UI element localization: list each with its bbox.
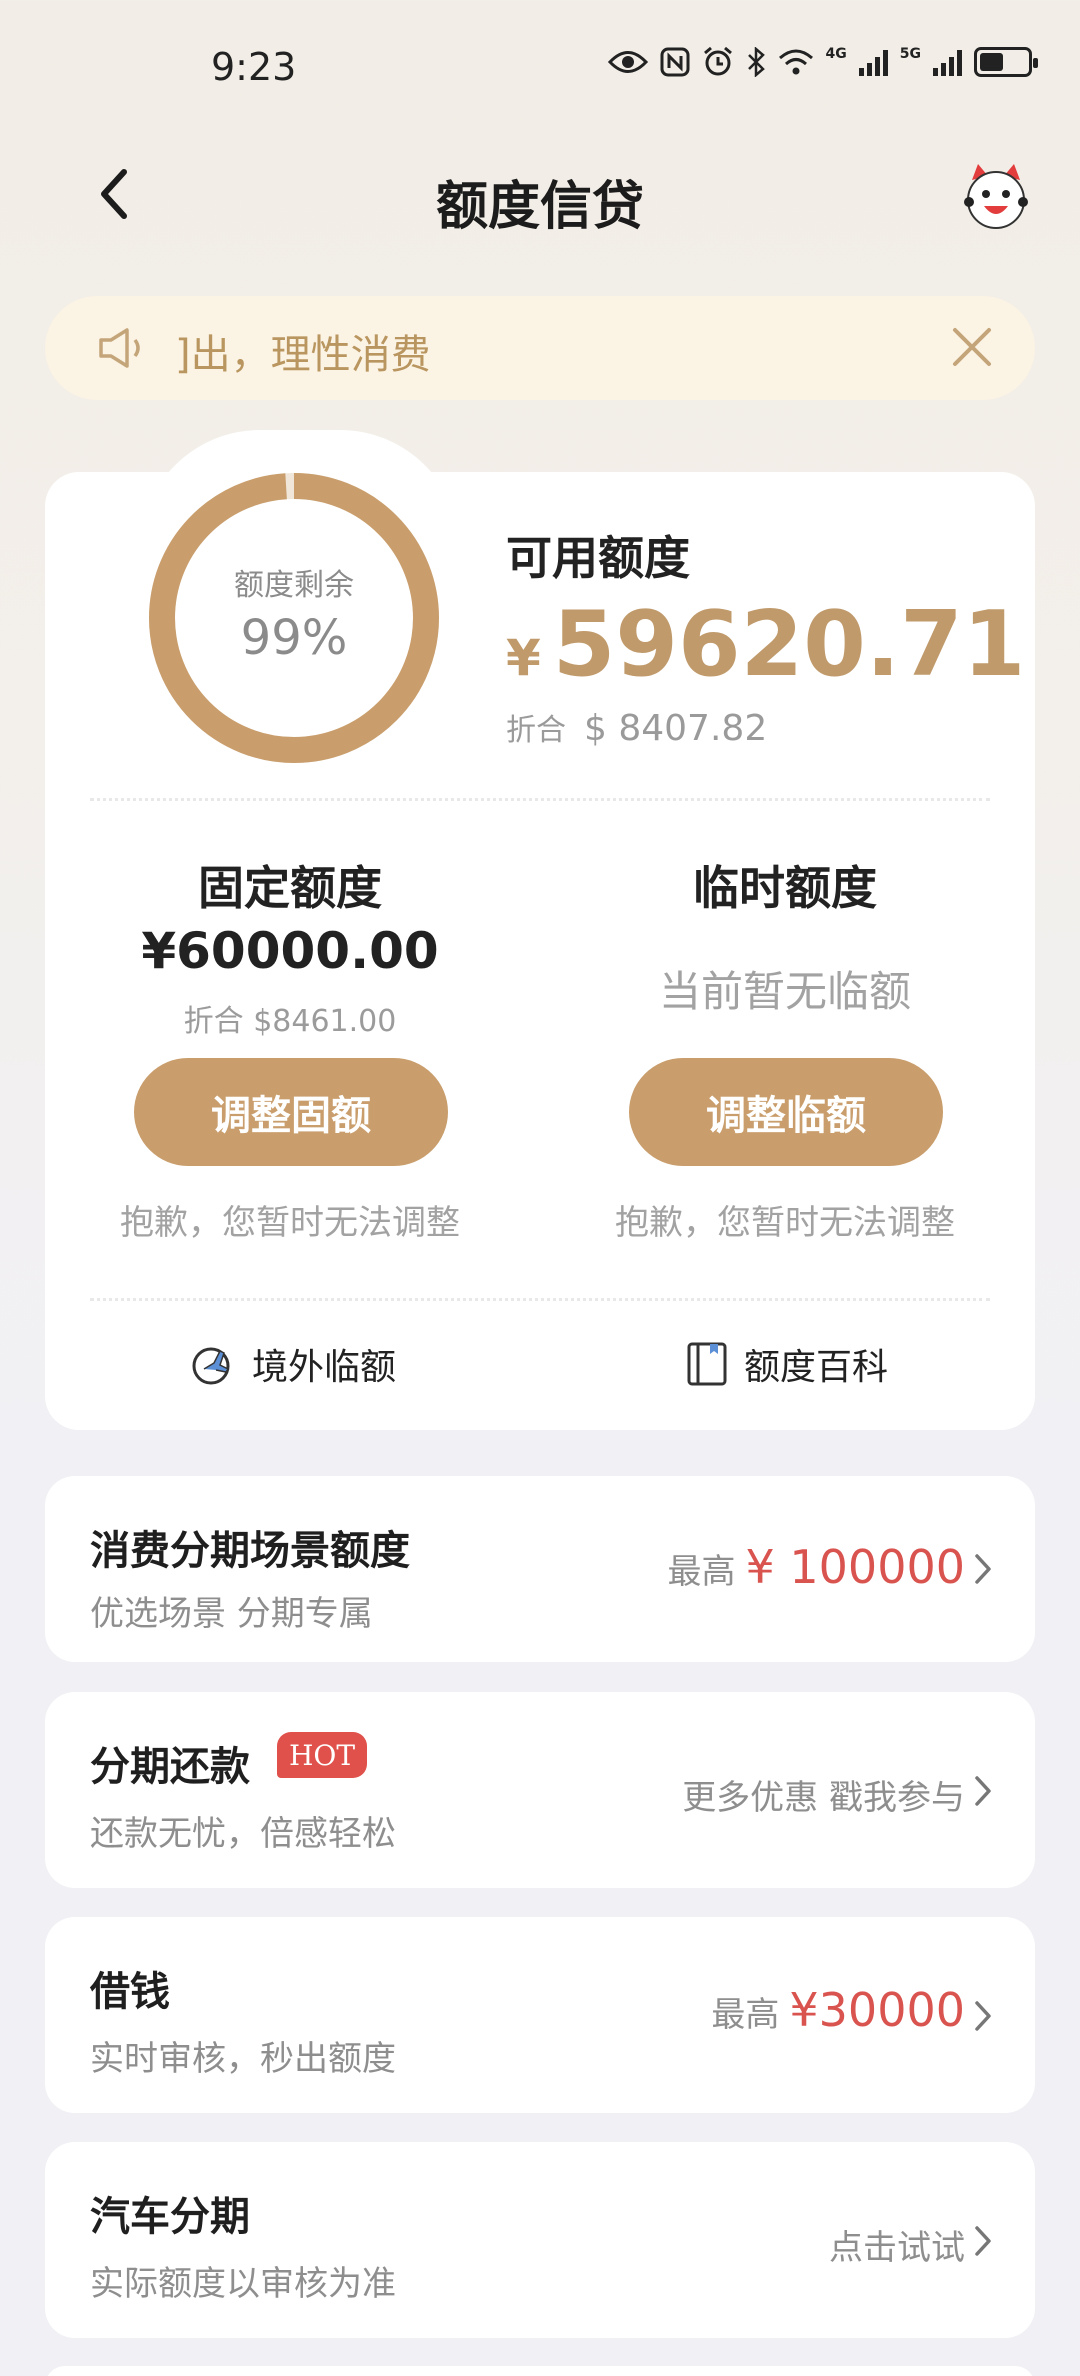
- card-value-text: 更多优惠 戳我参与: [682, 1778, 965, 1818]
- card-value: 点击试试: [829, 2220, 965, 2269]
- list-item-installment-repayment[interactable]: 分期还款 HOT 还款无忧，倍感轻松 更多优惠 戳我参与: [45, 1692, 1035, 1888]
- book-icon: [687, 1342, 727, 1386]
- list-item-car-installment[interactable]: 汽车分期 实际额度以审核为准 点击试试: [45, 2142, 1035, 2338]
- signal-bars-icon: [933, 48, 962, 76]
- status-time: 9:23: [211, 45, 297, 89]
- status-icons: 4G 5G: [607, 46, 1038, 78]
- available-converted: 折合 $ 8407.82: [506, 705, 767, 749]
- card-title: 消费分期场景额度: [90, 1528, 410, 1574]
- credit-wiki-link[interactable]: 额度百科: [686, 1338, 888, 1390]
- available-amount-value: 59620.71: [552, 592, 1026, 697]
- temporary-credit-status: 当前暂无临额: [658, 967, 911, 1016]
- nfc-icon: [660, 47, 690, 77]
- hot-badge: HOT: [277, 1732, 368, 1778]
- divider: [90, 1298, 990, 1301]
- list-item-partial: [45, 2366, 1035, 2376]
- card-value-text: 点击试试: [829, 2228, 965, 2268]
- credit-wiki-label: 额度百科: [744, 1347, 889, 1388]
- ring-label: 额度剩余: [234, 568, 354, 603]
- chevron-right-icon: [975, 1776, 991, 1806]
- speaker-icon: [99, 328, 140, 368]
- converted-label: 折合: [506, 713, 566, 748]
- card-subtitle: 实时审核，秒出额度: [90, 2039, 396, 2079]
- battery-icon: [974, 47, 1038, 77]
- card-subtitle: 还款无忧，倍感轻松: [90, 1814, 396, 1854]
- adjust-temporary-button[interactable]: 调整临额: [629, 1058, 943, 1166]
- mascot-avatar-icon[interactable]: [960, 160, 1032, 232]
- battery-fill: [980, 53, 1003, 71]
- card-value: 最高 ¥30000: [711, 1983, 965, 2037]
- notice-banner[interactable]: ]出，理性消费: [45, 296, 1035, 400]
- notice-text: ]出，理性消费: [175, 332, 431, 378]
- ring-percent: 99%: [240, 610, 348, 666]
- chevron-right-icon: [975, 1554, 991, 1584]
- card-value-prefix: 最高: [667, 1552, 736, 1592]
- card-title: 分期还款: [90, 1744, 250, 1790]
- card-value-amount: ¥30000: [789, 1983, 965, 2037]
- status-bar: 9:23 4G 5G: [0, 0, 1080, 130]
- alarm-icon: [703, 46, 732, 76]
- fixed-credit-amount: ¥60000.00: [141, 922, 439, 980]
- card-value: 更多优惠 戳我参与: [682, 1770, 965, 1819]
- eye-icon: [607, 51, 648, 73]
- converted-amount: $ 8407.82: [584, 708, 768, 749]
- fixed-adjust-note: 抱歉，您暂时无法调整: [120, 1203, 460, 1243]
- card-subtitle: 实际额度以审核为准: [90, 2264, 396, 2304]
- card-title: 汽车分期: [90, 2194, 250, 2240]
- divider: [90, 798, 990, 801]
- available-credit-amount: ¥ 59620.71: [506, 592, 1025, 697]
- network-5g-label: 5G: [899, 46, 921, 62]
- card-value-prefix: 最高: [711, 1995, 780, 2035]
- list-item-installment-scenario[interactable]: 消费分期场景额度 优选场景 分期专属 最高 ¥ 100000: [45, 1476, 1035, 1662]
- overseas-credit-label: 境外临额: [252, 1347, 397, 1388]
- temporary-credit-title: 临时额度: [693, 861, 877, 915]
- card-value-amount: ¥ 100000: [745, 1540, 966, 1594]
- fixed-credit-converted: 折合 $8461.00: [183, 1004, 397, 1039]
- bluetooth-icon: [747, 47, 765, 77]
- card-subtitle: 优选场景 分期专属: [90, 1594, 373, 1634]
- available-credit-label: 可用额度: [506, 531, 690, 585]
- temporary-adjust-note: 抱歉，您暂时无法调整: [615, 1203, 955, 1243]
- globe-plane-icon: [192, 1347, 230, 1385]
- overseas-credit-link[interactable]: 境外临额: [190, 1338, 396, 1390]
- header: 额度信贷: [0, 150, 1080, 240]
- wifi-icon: [778, 49, 813, 75]
- card-value: 最高 ¥ 100000: [668, 1540, 966, 1594]
- currency-symbol: ¥: [506, 629, 541, 687]
- adjust-fixed-button[interactable]: 调整固额: [134, 1058, 448, 1166]
- network-4g-label: 4G: [825, 46, 847, 62]
- chevron-right-icon: [975, 2226, 991, 2256]
- signal-bars-icon: [858, 48, 888, 76]
- chevron-right-icon: [975, 2001, 991, 2031]
- fixed-credit-title: 固定额度: [198, 861, 382, 915]
- close-icon[interactable]: [949, 324, 995, 370]
- card-title: 借钱: [90, 1969, 170, 2015]
- page-title: 额度信贷: [435, 177, 644, 237]
- list-item-borrow[interactable]: 借钱 实时审核，秒出额度 最高 ¥30000: [45, 1917, 1035, 2113]
